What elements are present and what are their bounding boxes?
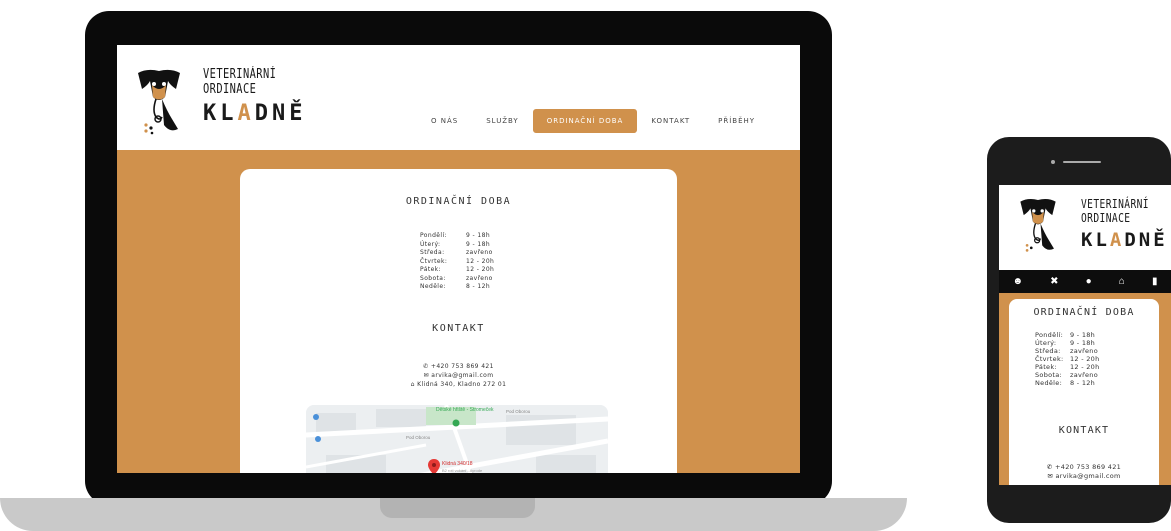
nav-item-sluzby[interactable]: SLUŽBY: [472, 109, 533, 133]
phone-icon: ✆: [1046, 463, 1056, 471]
hours-row: Pátek: 12 - 20h: [420, 266, 495, 273]
hours-row: Čtvrtek: 12 - 20h: [420, 257, 495, 265]
book-icon[interactable]: ▮: [1152, 276, 1158, 287]
phone-content-card: ordinační doba Pondělí: 9 - 18h Úterý: 9 -…: [1009, 299, 1159, 485]
contact-email[interactable]: ✉ arvika@gmail.com: [240, 371, 677, 380]
phone-site-header: Veterinární ordinace KLADNĚ: [999, 185, 1171, 270]
svg-text:Pod Oborou: Pod Oborou: [506, 409, 531, 414]
contact-title: kontakt: [1058, 425, 1110, 436]
main-nav: O NÁS SLUŽBY ORDINAČNÍ DOBA KONTAKT PŘÍB…: [417, 109, 769, 133]
contact-phone[interactable]: ✆ +420 753 869 421: [240, 362, 677, 371]
home-icon[interactable]: ⌂: [1119, 276, 1125, 287]
hours-row: Pondělí: 9 - 18h: [420, 232, 491, 239]
nav-item-ordinacni-doba[interactable]: ORDINAČNÍ DOBA: [532, 109, 638, 133]
brand-line-3: KLADNĚ: [203, 101, 307, 126]
svg-text:Pod Oborou: Pod Oborou: [406, 435, 431, 440]
hours-table: Pondělí: 9 - 18h Úterý: 9 - 18h Středa: zav…: [420, 232, 494, 292]
phone-icon: ✆: [423, 363, 431, 370]
hours-row: Středa: zavřeno: [420, 249, 493, 256]
contact-title: kontakt: [432, 323, 485, 334]
phone-speaker: [1063, 161, 1101, 163]
brand-line-1: Veterinární: [1081, 197, 1149, 211]
nav-item-pribehy[interactable]: PŘÍBĚHY: [704, 109, 769, 133]
hours-row: Sobota: zavřeno: [1035, 371, 1098, 379]
brand-name: Veterinární ordinace KLADNĚ: [203, 67, 307, 127]
phone-camera: [1051, 160, 1055, 164]
dog-logo-icon[interactable]: [134, 67, 184, 137]
hours-title: ordinační doba: [1033, 307, 1135, 318]
hours-row: Pondělí: 9 - 18h: [1035, 331, 1096, 339]
dog-logo-icon[interactable]: [1017, 195, 1059, 257]
hours-row: Úterý: 9 - 18h: [1035, 339, 1096, 347]
svg-text:B2 roti vokáni - Ayrode: B2 roti vokáni - Ayrode: [442, 468, 483, 473]
hours-row: Neděle: 8 - 12h: [420, 283, 491, 290]
hours-row: Čtvrtek: 12 - 20h: [1035, 355, 1100, 363]
nav-item-kontakt[interactable]: KONTAKT: [637, 109, 704, 133]
contact-block: ✆ +420 753 869 421 ✉ arvika@gmail.com: [1009, 463, 1159, 481]
brand-line-3: KLADNĚ: [1081, 229, 1168, 251]
svg-text:Klidná 340/18: Klidná 340/18: [442, 461, 473, 467]
phone-screen: Veterinární ordinace KLADNĚ ☻ ✖ ● ⌂ ▮ or…: [999, 185, 1171, 485]
hours-row: Pátek: 12 - 20h: [1035, 363, 1100, 371]
map-graphic: Dětské hřiště - Stromeček Pod Oborou Pod…: [306, 405, 608, 473]
brand-line-1: Veterinární: [203, 67, 277, 82]
laptop-screen: Veterinární ordinace KLADNĚ O NÁS SLUŽBY…: [117, 45, 800, 473]
users-icon[interactable]: ☻: [1013, 276, 1024, 287]
content-card: ordinační doba Pondělí: 9 - 18h Úterý: 9 -…: [240, 169, 677, 473]
hours-title: ordinační doba: [405, 196, 512, 207]
hours-row: Úterý: 9 - 18h: [420, 240, 491, 248]
hours-row: Neděle: 8 - 12h: [1035, 379, 1096, 387]
hours-row: Středa: zavřeno: [1035, 347, 1098, 355]
hours-row: Sobota: zavřeno: [420, 274, 493, 282]
tools-icon[interactable]: ✖: [1050, 276, 1058, 287]
nav-item-o-nas[interactable]: O NÁS: [417, 109, 472, 133]
phone-icon-nav: ☻ ✖ ● ⌂ ▮: [999, 270, 1171, 293]
brand-line-2: ordinace: [203, 82, 257, 97]
brand-line-2: ordinace: [1081, 211, 1131, 225]
phone-brand-name: Veterinární ordinace KLADNĚ: [1081, 197, 1168, 251]
site-header: Veterinární ordinace KLADNĚ O NÁS SLUŽBY…: [117, 45, 800, 150]
clock-icon[interactable]: ●: [1086, 276, 1092, 287]
map-embed[interactable]: Dětské hřiště - Stromeček Pod Oborou Pod…: [306, 405, 608, 473]
contact-block: ✆ +420 753 869 421 ✉ arvika@gmail.com ⌂ …: [240, 362, 677, 389]
laptop-notch: [380, 498, 535, 518]
mockup-stage: Veterinární ordinace KLADNĚ O NÁS SLUŽBY…: [0, 0, 1171, 531]
hours-table: Pondělí: 9 - 18h Úterý: 9 - 18h Středa: zav…: [1035, 331, 1100, 387]
contact-email[interactable]: ✉ arvika@gmail.com: [1009, 472, 1159, 481]
contact-phone[interactable]: ✆ +420 753 869 421: [1009, 463, 1159, 472]
contact-address[interactable]: ⌂ Klidná 340, Kladno 272 01: [240, 380, 677, 389]
svg-text:Dětské hřiště - Stromeček: Dětské hřiště - Stromeček: [436, 407, 494, 413]
